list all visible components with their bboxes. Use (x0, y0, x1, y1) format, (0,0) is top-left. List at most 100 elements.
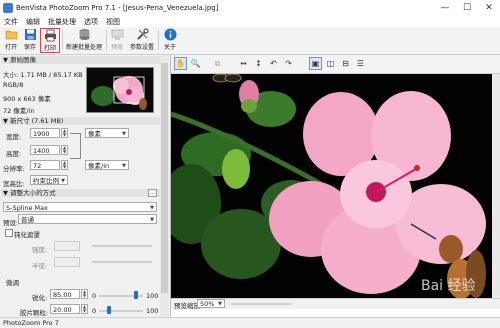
settings-button[interactable]: 参数设置 (128, 28, 156, 53)
toolbar-separator (106, 30, 107, 50)
original-resolution: 72 像素/in (3, 107, 35, 115)
save-button[interactable]: 保存 (21, 28, 39, 53)
film-grain-input[interactable]: 20.00 (50, 304, 80, 314)
sharpness-spinner[interactable]: ▲ ▼ (81, 289, 88, 299)
aspect-value: 约束比例 (33, 177, 59, 185)
flip-vertical-icon[interactable]: ↕ (252, 57, 265, 70)
settings-panel: ▼ 原始图像 大小: 1.71 MB / 85.17 KB RGB/8 900 … (0, 55, 171, 317)
chevron-down-icon: ▼ (150, 205, 154, 211)
zoom-slider[interactable] (231, 303, 291, 305)
about-label: 关于 (163, 44, 176, 51)
width-unit-select[interactable]: 像素 ▼ (85, 128, 129, 138)
color-mode: RGB/8 (3, 81, 24, 89)
zoom-tool-icon[interactable]: 🔍 (189, 57, 202, 70)
resolution-unit-select[interactable]: 像素/in ▼ (85, 160, 129, 170)
about-button[interactable]: 关于 (160, 28, 180, 53)
strength-input[interactable] (54, 241, 80, 251)
preview-label: 预览 (110, 44, 123, 51)
preset-select[interactable]: 普通 ▼ (18, 214, 157, 224)
sharpness-max: 100 (146, 292, 159, 300)
panel-scrollbar-thumb[interactable] (161, 63, 168, 293)
save-icon (24, 29, 36, 40)
menu-edit[interactable]: 编辑 (26, 17, 40, 27)
resolution-spinner[interactable]: ▲ ▼ (61, 160, 68, 170)
width-unit-value: 像素 (88, 130, 101, 138)
preview-image: Bai 经验 (171, 74, 492, 298)
resize-method-header[interactable]: ▼ 调整大小的方式 (1, 189, 161, 197)
radius-input[interactable] (54, 257, 80, 267)
view-toolbar: ✋ 🔍 ⧉ ↔ ↕ ↶ ↷ ▣ ◫ ⊟ ☰ (171, 55, 500, 74)
single-view-icon[interactable]: ▣ (309, 57, 322, 70)
maximize-button[interactable]: ☐ (456, 0, 478, 16)
width-label: 宽度: (6, 133, 22, 141)
height-input[interactable]: 1400 (30, 145, 60, 155)
thumbnail-image (87, 68, 153, 112)
unsharp-checkbox[interactable] (5, 229, 13, 237)
preview-canvas[interactable]: Bai 经验 (171, 74, 492, 298)
panel-scrollbar[interactable] (160, 55, 169, 317)
menu-batch[interactable]: 批量处理 (48, 17, 76, 27)
zoom-select[interactable]: 50% ▼ (197, 299, 225, 308)
title-bar: BenVista PhotoZoom Pro 7.1 - [Jesus-Pena… (0, 0, 500, 16)
new-batch-button[interactable]: 新建批量处理 (64, 28, 104, 53)
tools-icon (136, 28, 149, 40)
sharpness-input[interactable]: 85.00 (50, 289, 80, 299)
print-button[interactable]: 打印 (40, 28, 60, 53)
original-size: 大小: 1.71 MB / 85.17 KB (3, 71, 83, 79)
rotate-right-icon[interactable]: ↷ (282, 57, 295, 70)
sharpness-knob[interactable] (134, 291, 138, 299)
close-button[interactable]: ✕ (478, 0, 500, 16)
radius-slider[interactable] (92, 261, 152, 263)
thumbnail[interactable] (86, 67, 154, 113)
film-grain-max: 100 (146, 307, 159, 315)
film-grain-slider[interactable] (99, 310, 143, 312)
more-options-button[interactable]: … (148, 189, 157, 197)
aspect-label: 宽高比: (3, 180, 25, 188)
method-select[interactable]: S-Spline Max ▼ (3, 202, 157, 212)
toolbar-separator (158, 30, 159, 50)
window-title: BenVista PhotoZoom Pro 7.1 - [Jesus-Pena… (16, 4, 219, 12)
film-grain-knob[interactable] (107, 306, 111, 314)
width-input[interactable]: 1900 (30, 128, 60, 138)
save-label: 保存 (23, 44, 36, 51)
menu-view[interactable]: 视图 (106, 17, 120, 27)
sharpness-label: 锐化: (32, 294, 48, 302)
original-dimensions: 900 x 663 像素 (3, 95, 51, 103)
sharpness-min: 0 (92, 292, 97, 300)
flip-horizontal-icon[interactable]: ↔ (237, 57, 250, 70)
menu-options[interactable]: 选项 (84, 17, 98, 27)
monitor-icon (111, 29, 123, 40)
aspect-select[interactable]: 约束比例 ▼ (30, 175, 68, 185)
menu-file[interactable]: 文件 (4, 17, 18, 27)
original-image-header[interactable]: ▼ 原始图像 (1, 56, 161, 64)
split-horizontal-icon[interactable]: ⊟ (339, 57, 352, 70)
database-icon (79, 29, 89, 40)
status-bar: PhotoZoom Pro 7 (0, 317, 500, 328)
hand-tool-icon[interactable]: ✋ (174, 57, 187, 70)
width-spinner[interactable]: ▲ ▼ (61, 128, 68, 138)
settings-label: 参数设置 (129, 44, 154, 51)
chevron-down-icon: ▼ (61, 178, 65, 184)
preview-button[interactable]: 预览 (108, 28, 126, 53)
chevron-down-icon: ▼ (122, 163, 126, 169)
rotate-left-icon[interactable]: ↶ (267, 57, 280, 70)
strength-label: 强度: (32, 246, 48, 254)
crop-tool-icon[interactable]: ⧉ (211, 57, 224, 70)
height-spinner[interactable]: ▲ ▼ (61, 145, 68, 155)
strength-slider[interactable] (92, 245, 152, 247)
film-grain-spinner[interactable]: ▲ ▼ (81, 304, 88, 314)
chevron-down-icon: ▼ (122, 131, 126, 137)
new-batch-label: 新建批量处理 (65, 44, 102, 51)
split-vertical-icon[interactable]: ◫ (324, 57, 337, 70)
watermark: Bai 经验 (421, 278, 476, 294)
canvas-scrollbar[interactable] (492, 74, 500, 298)
quad-view-icon[interactable]: ☰ (354, 57, 367, 70)
unsharp-label: 钝化遮罩 (14, 231, 40, 239)
resolution-input[interactable]: 72 (30, 160, 60, 170)
open-button[interactable]: 打开 (2, 28, 20, 53)
height-label: 高度: (6, 150, 22, 158)
new-size-header[interactable]: ▼ 新尺寸 (7.61 MB) (1, 117, 161, 125)
finetune-label: 微调 (6, 279, 19, 287)
preview-status: 预览缩放: 50% ▼ (171, 298, 500, 310)
minimize-button[interactable]: — (434, 0, 456, 16)
